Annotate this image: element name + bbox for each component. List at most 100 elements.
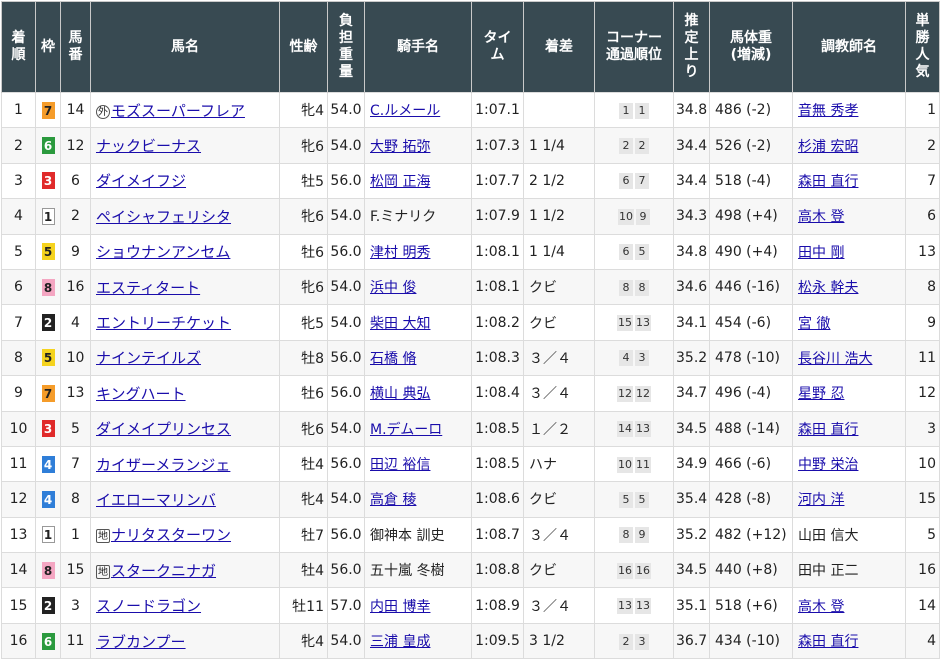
horse-name-link[interactable]: イエローマリンバ — [96, 491, 216, 509]
horse-name-link[interactable]: ダイメイプリンセス — [96, 420, 231, 438]
header-horse-name[interactable]: 馬名 — [90, 1, 280, 93]
header-body-weight[interactable]: 馬体重 (増減) — [709, 1, 793, 93]
jockey-link[interactable]: 田辺 裕信 — [370, 457, 430, 473]
horse-origin-badge: 地 — [96, 529, 110, 544]
header-finish[interactable]: 着順 — [1, 1, 36, 93]
header-jockey[interactable]: 騎手名 — [364, 1, 472, 93]
header-umaban[interactable]: 馬番 — [60, 1, 91, 93]
margin: ３／４ — [523, 516, 595, 554]
horse-name-cell: ラブカンプー — [90, 622, 280, 660]
table-row: 12 4 8 イエローマリンバ 牝4 54.0 高倉 稜 1:08.6 クビ 5 5 35.4 428 … — [1, 481, 940, 518]
horse-name-link[interactable]: ナリタスターワン — [111, 526, 231, 544]
jockey-link[interactable]: 三浦 皇成 — [370, 634, 430, 650]
trainer-link[interactable]: 高木 登 — [798, 209, 844, 225]
jockey-link[interactable]: 浜中 俊 — [370, 280, 416, 296]
waku-badge: 3 — [41, 420, 55, 438]
jockey-link[interactable]: 津村 明秀 — [370, 245, 430, 261]
trainer-link[interactable]: 河内 洋 — [798, 492, 844, 508]
jockey-link[interactable]: C.ルメール — [370, 103, 440, 119]
trainer-link[interactable]: 森田 直行 — [798, 422, 858, 438]
horse-name-link[interactable]: ナインテイルズ — [96, 349, 201, 367]
table-row: 11 4 7 カイザーメランジェ 牡4 56.0 田辺 裕信 1:08.5 ハナ 10 11 34.9… — [1, 445, 940, 483]
popularity: 14 — [905, 587, 940, 624]
popularity: 6 — [905, 198, 940, 235]
header-popularity[interactable]: 単勝人気 — [905, 1, 940, 93]
horse-name-link[interactable]: エスティタート — [96, 279, 200, 297]
finish-position: 5 — [1, 233, 36, 270]
table-row: 10 3 5 ダイメイプリンセス 牝6 54.0 M.デムーロ 1:08.5 １／２ 14 13 34… — [1, 410, 940, 447]
corner-position: 12 — [635, 385, 651, 402]
waku-badge: 3 — [41, 172, 55, 190]
horse-number: 11 — [60, 622, 91, 660]
jockey-link[interactable]: M.デムーロ — [370, 422, 442, 438]
finish-position: 4 — [1, 198, 36, 235]
body-weight: 466 (-6) — [709, 445, 793, 483]
trainer-link[interactable]: 森田 直行 — [798, 634, 858, 650]
header-corner[interactable]: コーナー 通過順位 — [594, 1, 674, 93]
trainer-link[interactable]: 田中 剛 — [798, 245, 844, 261]
horse-name-cell: エントリーチケット — [90, 304, 280, 341]
waku-badge: 5 — [41, 349, 55, 367]
horse-name-cell: エスティタート — [90, 268, 280, 306]
header-trainer[interactable]: 調教師名 — [792, 1, 906, 93]
corner-position: 2 — [619, 138, 633, 155]
horse-name-link[interactable]: キングハート — [96, 385, 186, 403]
popularity: 4 — [905, 622, 940, 660]
corner-positions: 14 13 — [594, 410, 674, 447]
trainer-link[interactable]: 松永 幹夫 — [798, 280, 858, 296]
corner-position: 10 — [618, 208, 634, 225]
horse-name-link[interactable]: エントリーチケット — [96, 314, 231, 332]
waku-badge: 7 — [41, 101, 55, 119]
header-margin[interactable]: 着差 — [523, 1, 595, 93]
horse-name-link[interactable]: カイザーメランジェ — [96, 456, 230, 474]
trainer-link[interactable]: 杉浦 宏昭 — [798, 139, 858, 155]
header-last-3f[interactable]: 推定上り — [673, 1, 710, 93]
trainer-link[interactable]: 音無 秀孝 — [798, 103, 858, 119]
horse-name-link[interactable]: ペイシャフェリシタ — [96, 208, 231, 226]
waku-badge: 1 — [41, 526, 55, 544]
horse-name-link[interactable]: モズスーパーフレア — [111, 102, 245, 120]
horse-number: 16 — [60, 268, 91, 306]
horse-name-link[interactable]: ラブカンプー — [96, 633, 186, 651]
race-time: 1:09.5 — [471, 622, 524, 660]
jockey-link[interactable]: 大野 拓弥 — [370, 139, 430, 155]
jockey-link[interactable]: 高倉 稜 — [370, 492, 416, 508]
trainer-link[interactable]: 高木 登 — [798, 599, 844, 615]
race-time: 1:07.3 — [471, 127, 524, 164]
sex-age: 牡6 — [279, 375, 328, 412]
margin: ３／４ — [523, 339, 595, 377]
finish-position: 9 — [1, 375, 36, 412]
jockey-link[interactable]: 柴田 大知 — [370, 316, 430, 332]
horse-name-link[interactable]: スタークニナガ — [111, 562, 216, 580]
jockey-cell: F.ミナリク — [364, 198, 472, 235]
waku-badge: 4 — [41, 455, 55, 473]
carried-weight: 54.0 — [327, 198, 365, 235]
horse-name-link[interactable]: ダイメイフジ — [96, 172, 186, 190]
sex-age: 牝6 — [279, 268, 328, 306]
body-weight: 478 (-10) — [709, 339, 793, 377]
jockey-link[interactable]: 石橋 脩 — [370, 351, 416, 367]
carried-weight: 54.0 — [327, 91, 365, 129]
jockey-link[interactable]: 横山 典弘 — [370, 386, 430, 402]
jockey-link[interactable]: 内田 博幸 — [370, 599, 430, 615]
horse-name-link[interactable]: ショウナンアンセム — [96, 243, 230, 261]
trainer-link[interactable]: 中野 栄治 — [798, 457, 858, 473]
race-time: 1:08.7 — [471, 516, 524, 554]
trainer-link[interactable]: 宮 徹 — [798, 316, 830, 332]
table-row: 13 1 1 地ナリタスターワン 牡7 56.0 御神本 訓史 1:08.7 ３／４ 8 9 35.2… — [1, 516, 940, 554]
corner-positions: 23 — [594, 622, 674, 660]
horse-name-link[interactable]: スノードラゴン — [96, 597, 201, 615]
trainer-link[interactable]: 長谷川 浩大 — [798, 351, 872, 367]
header-weight[interactable]: 負担重量 — [327, 1, 365, 93]
jockey-link[interactable]: 松岡 正海 — [370, 174, 430, 190]
waku-badge: 4 — [41, 490, 55, 508]
header-time[interactable]: タイム — [471, 1, 524, 93]
horse-name-link[interactable]: ナックビーナス — [96, 137, 201, 155]
trainer-link[interactable]: 森田 直行 — [798, 174, 858, 190]
trainer-cell: 高木 登 — [792, 587, 906, 624]
header-waku[interactable]: 枠 — [35, 1, 61, 93]
trainer-link[interactable]: 星野 忍 — [798, 386, 844, 402]
last-3f: 36.7 — [673, 622, 710, 660]
header-sex-age[interactable]: 性齢 — [279, 1, 328, 93]
trainer-cell: 田中 剛 — [792, 233, 906, 270]
